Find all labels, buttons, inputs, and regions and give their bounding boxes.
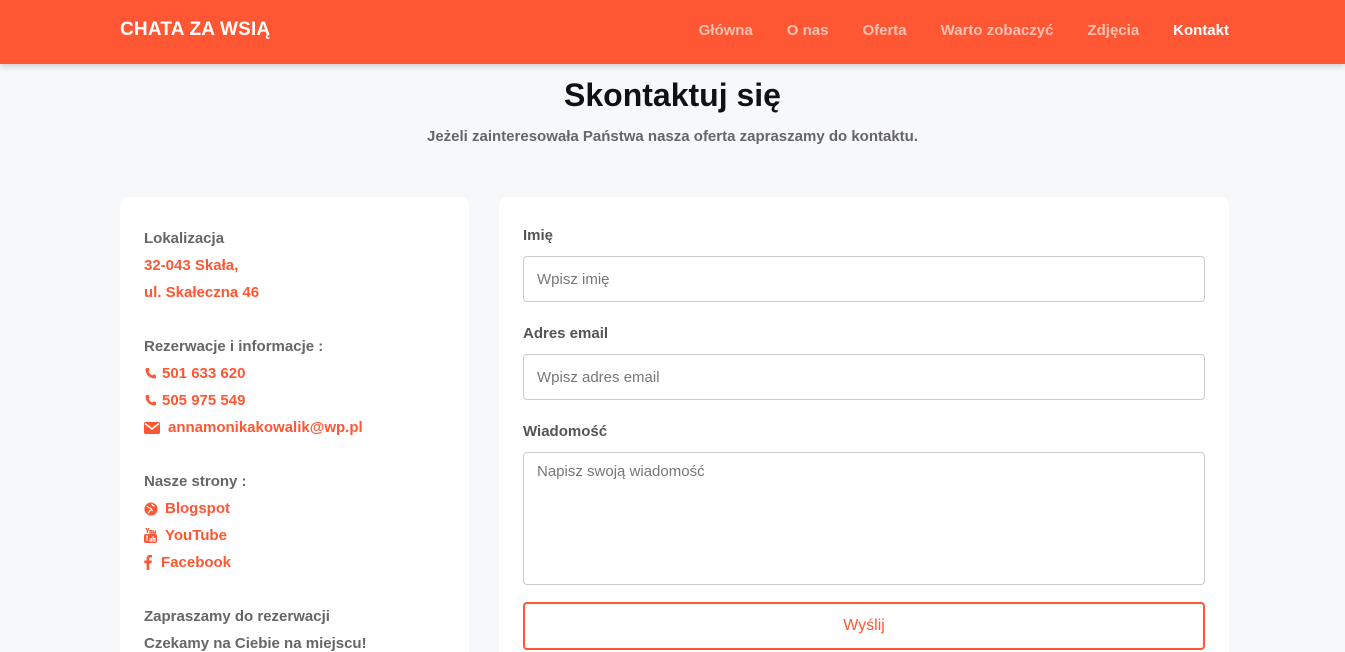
contact-info: Lokalizacja 32-043 Skała, ul. Skałeczna …: [144, 225, 367, 652]
phone2-link[interactable]: 505 975 549: [144, 387, 367, 414]
envelope-icon: [144, 414, 168, 441]
phone-icon: [144, 360, 162, 387]
nav-menu: Główna O nas Oferta Warto zobaczyć Zdjęc…: [699, 22, 1229, 39]
navbar: CHATA ZA WSIĄ Główna O nas Oferta Warto …: [0, 0, 1345, 64]
footer-line2: Czekamy na Ciebie na miejscu!: [144, 635, 367, 652]
nav-item-kontakt[interactable]: Kontakt: [1173, 22, 1229, 39]
address-line2: ul. Skałeczna 46: [144, 284, 260, 301]
nav-item-o-nas[interactable]: O nas: [787, 22, 829, 39]
name-input[interactable]: [523, 256, 1205, 302]
footer-line1: Zapraszamy do rezerwacji: [144, 608, 330, 625]
youtube-link[interactable]: YouTube: [144, 522, 367, 549]
nav-item-zdjecia[interactable]: Zdjęcia: [1087, 22, 1139, 39]
facebook-link[interactable]: Facebook: [144, 549, 367, 576]
message-label: Wiadomość: [523, 423, 608, 440]
submit-button[interactable]: Wyślij: [523, 602, 1205, 650]
email: annamonikakowalik@wp.pl: [168, 419, 363, 436]
contact-info-card: Lokalizacja 32-043 Skała, ul. Skałeczna …: [120, 197, 469, 652]
site-youtube: YouTube: [165, 527, 227, 544]
name-label: Imię: [523, 227, 554, 244]
contact-form-card: Imię Adres email Wiadomość Wyślij: [499, 197, 1229, 652]
location-heading: Lokalizacja: [144, 230, 225, 247]
site-blogspot: Blogspot: [165, 500, 230, 517]
youtube-icon: [144, 522, 165, 549]
nav-item-warto-zobaczyc[interactable]: Warto zobaczyć: [941, 22, 1054, 39]
globe-icon: [144, 495, 165, 522]
sites-heading: Nasze strony :: [144, 473, 247, 490]
nav-item-oferta[interactable]: Oferta: [862, 22, 906, 39]
email-input[interactable]: [523, 354, 1205, 400]
site-facebook: Facebook: [161, 554, 232, 571]
message-textarea[interactable]: [523, 452, 1205, 585]
phone2: 505 975 549: [162, 392, 246, 409]
blogspot-link[interactable]: Blogspot: [144, 495, 367, 522]
phone1-link[interactable]: 501 633 620: [144, 360, 367, 387]
phone1: 501 633 620: [162, 365, 246, 382]
brand-logo[interactable]: CHATA ZA WSIĄ: [120, 19, 270, 41]
page-title: Skontaktuj się: [564, 77, 781, 113]
email-label: Adres email: [523, 325, 609, 342]
address-line1: 32-043 Skała,: [144, 257, 239, 274]
page-subtitle: Jeżeli zainteresowała Państwa nasza ofer…: [426, 128, 918, 145]
email-link[interactable]: annamonikakowalik@wp.pl: [144, 414, 367, 441]
contact-heading: Rezerwacje i informacje :: [144, 338, 324, 355]
phone-icon: [144, 387, 162, 414]
facebook-icon: [144, 549, 161, 576]
nav-item-glowna[interactable]: Główna: [699, 22, 753, 39]
